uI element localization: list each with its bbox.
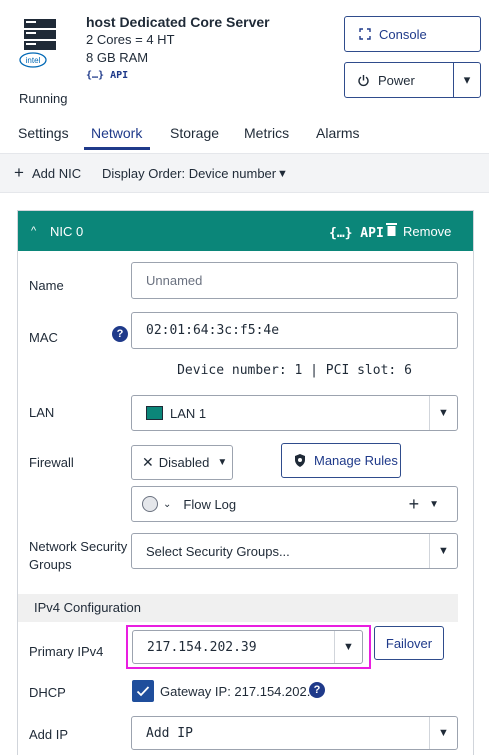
name-input-placeholder: Unnamed <box>146 273 203 288</box>
primary-ipv4-select[interactable]: 217.154.202.39 ▼ <box>132 630 363 664</box>
nic-header[interactable]: ^ NIC 0 {…} API Remove <box>18 211 473 251</box>
security-groups-label: Network Security Groups <box>29 539 128 572</box>
tab-alarms[interactable]: Alarms <box>316 125 360 141</box>
mac-label: MAC <box>29 330 58 345</box>
server-status: Running <box>19 91 68 106</box>
trash-icon[interactable] <box>386 222 397 239</box>
plus-icon[interactable]: + <box>14 163 24 183</box>
power-label: Power <box>378 72 415 88</box>
remove-nic-button[interactable]: Remove <box>403 224 451 239</box>
firewall-value: Disabled <box>158 455 210 470</box>
console-icon <box>359 28 371 40</box>
nic-api-link[interactable]: {…} API <box>329 226 384 241</box>
nic-title: NIC 0 <box>50 224 84 239</box>
display-order-dropdown[interactable]: Display Order: Device number <box>102 166 276 181</box>
dhcp-checkbox[interactable] <box>132 680 154 702</box>
intel-logo-text: intel <box>26 56 41 65</box>
intel-logo: intel <box>18 51 48 69</box>
security-groups-placeholder: Select Security Groups... <box>146 543 290 559</box>
nic-toolbar: + Add NIC Display Order: Device number ▼ <box>0 153 489 193</box>
firewall-label: Firewall <box>29 455 74 470</box>
primary-ipv4-value: 217.154.202.39 <box>147 639 257 655</box>
manage-rules-label: Manage Rules <box>314 453 398 468</box>
lan-value: LAN 1 <box>170 405 207 421</box>
server-cores: 2 Cores = 4 HT <box>86 32 175 47</box>
close-icon: ✕ <box>142 454 154 470</box>
ipv4-section-header: IPv4 Configuration <box>18 594 458 622</box>
name-input[interactable]: Unnamed <box>131 262 458 299</box>
active-tab-indicator <box>84 147 150 150</box>
ipv4-section-title: IPv4 Configuration <box>34 600 141 615</box>
device-info: Device number: 1 | PCI slot: 6 <box>177 363 412 378</box>
power-icon <box>357 74 370 87</box>
server-ram: 8 GB RAM <box>86 50 149 65</box>
tab-metrics[interactable]: Metrics <box>244 125 289 141</box>
mac-help-icon[interactable]: ? <box>112 326 128 342</box>
firewall-caret-icon: ▼ <box>217 457 228 468</box>
server-title: host Dedicated Core Server <box>86 14 270 30</box>
firewall-select[interactable]: ✕ Disabled ▼ <box>131 445 233 480</box>
add-flow-log-icon[interactable]: + <box>409 494 430 515</box>
tab-storage[interactable]: Storage <box>170 125 219 141</box>
flow-log-caret-icon[interactable]: ▼ <box>429 499 457 510</box>
gateway-help-icon[interactable]: ? <box>309 682 325 698</box>
tab-settings[interactable]: Settings <box>18 125 69 141</box>
primary-ipv4-label: Primary IPv4 <box>29 644 104 659</box>
tab-network[interactable]: Network <box>91 125 142 141</box>
mac-field: 02:01:64:3c:f5:4e <box>131 312 458 349</box>
security-groups-caret-icon[interactable]: ▼ <box>429 534 457 568</box>
dhcp-label: DHCP <box>29 685 66 700</box>
lan-select[interactable]: LAN 1 ▼ <box>131 395 458 431</box>
lan-caret-icon[interactable]: ▼ <box>429 396 457 430</box>
server-api-link[interactable]: {…} API <box>86 70 128 81</box>
add-ip-value: Add IP <box>146 725 193 741</box>
lan-color-swatch <box>146 406 163 420</box>
flow-log-label: Flow Log <box>183 496 237 512</box>
add-nic-button[interactable]: Add NIC <box>32 166 81 181</box>
manage-rules-button[interactable]: Manage Rules <box>281 443 401 478</box>
shield-icon <box>294 454 306 467</box>
tab-bar: Settings Network Storage Metrics Alarms <box>0 116 489 152</box>
add-ip-select[interactable]: Add IP ▼ <box>131 716 458 750</box>
power-dropdown-caret-icon[interactable]: ▾ <box>454 72 480 88</box>
primary-ipv4-caret-icon[interactable]: ▼ <box>334 631 362 663</box>
flow-log-toggle[interactable] <box>142 496 158 512</box>
add-ip-caret-icon[interactable]: ▼ <box>429 717 457 749</box>
mac-value: 02:01:64:3c:f5:4e <box>146 323 280 338</box>
gateway-ip-text: Gateway IP: 217.154.202.1 <box>160 684 318 699</box>
security-groups-select[interactable]: Select Security Groups... ▼ <box>131 533 458 569</box>
flow-log-row[interactable]: ⌄ Flow Log + ▼ <box>131 486 458 522</box>
power-button[interactable]: Power ▾ <box>344 62 481 98</box>
console-button[interactable]: Console <box>344 16 481 52</box>
flow-log-chevron-icon[interactable]: ⌄ <box>158 499 171 510</box>
collapse-chevron-icon[interactable]: ^ <box>31 225 36 237</box>
failover-button[interactable]: Failover <box>374 626 444 660</box>
console-label: Console <box>379 26 427 42</box>
lan-label: LAN <box>29 405 55 420</box>
add-ip-label: Add IP <box>29 727 69 742</box>
chevron-down-icon[interactable]: ▼ <box>277 168 288 180</box>
name-label: Name <box>29 278 64 293</box>
